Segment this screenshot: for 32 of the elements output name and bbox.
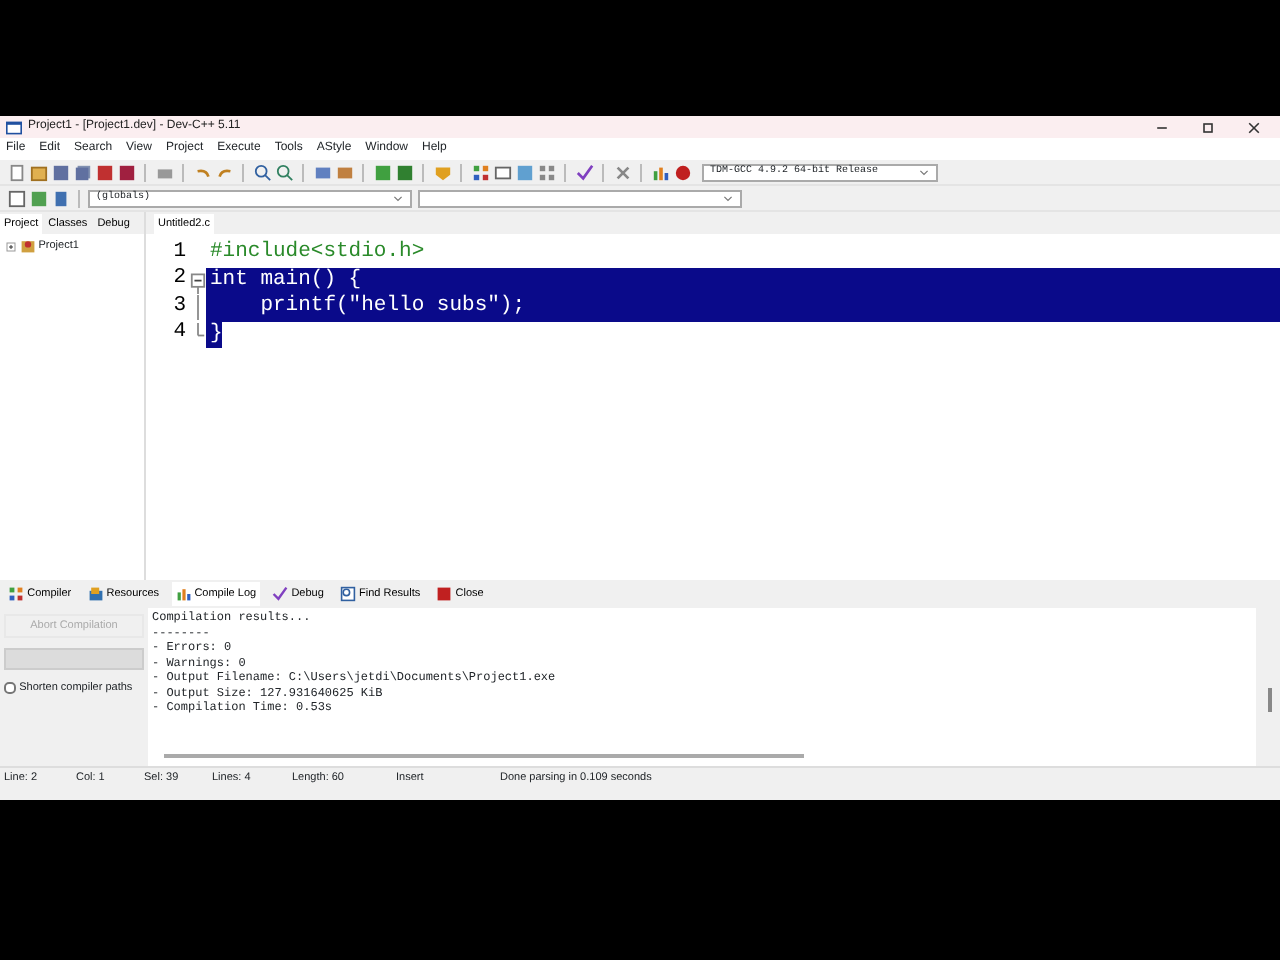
check-icon [272,586,289,602]
cross-icon[interactable] [613,163,631,181]
window-icon[interactable] [493,163,511,181]
vertical-scrollbar[interactable] [1268,688,1272,712]
shorten-paths-checkbox[interactable] [4,682,16,695]
horizontal-scrollbar[interactable] [164,754,804,758]
line-number: 1 [171,237,188,268]
new-file-icon[interactable] [7,163,25,181]
app-icon [6,119,22,135]
grid-icon[interactable] [471,163,489,181]
line-number: 3 [171,291,188,322]
find-icon [339,586,356,602]
line-number: 4 [171,318,188,349]
grid-icon [8,586,24,602]
bar-chart-icon [175,586,192,602]
open-file-icon[interactable] [29,163,47,181]
maximize-icon [1200,119,1216,135]
redo-icon[interactable] [215,163,233,181]
code-line: #include<stdio.h> [208,240,425,267]
bar-chart-icon[interactable] [651,163,669,181]
replace-icon[interactable] [275,163,293,181]
dropdown-icon [722,192,734,204]
close-icon [1246,119,1262,135]
close-icon [436,586,453,602]
tiles-icon[interactable] [537,163,555,181]
check-icon[interactable] [575,163,593,181]
line-number: 2 [171,264,188,295]
dropdown-icon [392,192,404,204]
search-icon[interactable] [253,163,271,181]
dropdown-icon [918,166,930,178]
undo-icon[interactable] [193,163,211,181]
project-icon [19,238,36,255]
